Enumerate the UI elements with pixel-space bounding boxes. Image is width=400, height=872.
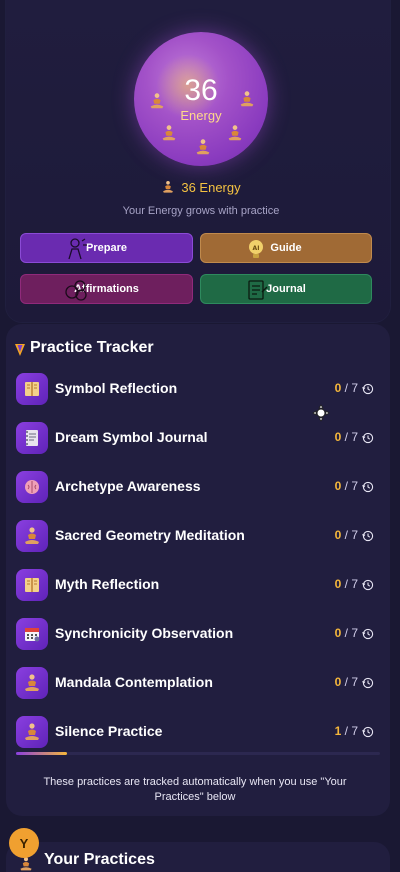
tracker-row[interactable]: Archetype Awareness 0 / 7 bbox=[16, 469, 380, 507]
affirmation-figures-icon bbox=[63, 278, 89, 302]
energy-drop-icon bbox=[14, 343, 26, 357]
your-practices-title: Your Practices bbox=[44, 851, 155, 868]
book-icon bbox=[16, 373, 48, 405]
tracker-row-total: / 7 bbox=[341, 528, 358, 542]
brain-icon bbox=[16, 471, 48, 503]
tracker-row[interactable]: Myth Reflection 0 / 7 bbox=[16, 567, 380, 605]
meditation-icon bbox=[226, 124, 244, 142]
guide-button[interactable]: AI Guide bbox=[200, 233, 372, 263]
tracker-row-count: 0 / 7 bbox=[335, 430, 358, 444]
tracker-row-count: 0 / 7 bbox=[335, 479, 358, 493]
history-icon[interactable] bbox=[362, 725, 374, 738]
tracker-row-total: / 7 bbox=[341, 430, 358, 444]
history-icon[interactable] bbox=[362, 676, 374, 689]
prepare-button[interactable]: Prepare bbox=[20, 233, 193, 263]
tracker-progress-bar bbox=[16, 752, 380, 755]
history-icon[interactable] bbox=[362, 578, 374, 591]
tracker-row-total: / 7 bbox=[341, 675, 358, 689]
affirmations-button[interactable]: Affirmations bbox=[20, 274, 193, 304]
tracker-row-total: / 7 bbox=[341, 724, 358, 738]
energy-orb-label: Energy bbox=[180, 108, 222, 123]
energy-summary: 36 Energy bbox=[6, 180, 396, 195]
tracker-row[interactable]: Mandala Contemplation 0 / 7 bbox=[16, 665, 380, 703]
tracker-row-total: / 7 bbox=[341, 479, 358, 493]
tracker-row-count: 0 / 7 bbox=[335, 381, 358, 395]
tracker-row-label: Myth Reflection bbox=[55, 576, 160, 592]
move-cursor-icon bbox=[312, 404, 330, 422]
history-icon[interactable] bbox=[362, 431, 374, 444]
tracker-row-count: 1 / 7 bbox=[335, 724, 358, 738]
energy-orb[interactable]: 36 Energy bbox=[134, 32, 268, 166]
tracker-row-count: 0 / 7 bbox=[335, 528, 358, 542]
history-icon[interactable] bbox=[362, 480, 374, 493]
meditation-sketch-icon bbox=[63, 237, 89, 261]
journal-button[interactable]: Journal bbox=[200, 274, 372, 304]
tracker-row[interactable]: Synchronicity Observation 0 / 7 bbox=[16, 616, 380, 654]
meditation-icon bbox=[161, 180, 175, 194]
tracker-row-label: Mandala Contemplation bbox=[55, 674, 213, 690]
guide-label: Guide bbox=[270, 242, 302, 254]
tracker-row-label: Symbol Reflection bbox=[55, 380, 178, 396]
meditation-icon bbox=[16, 667, 48, 699]
tracker-note: These practices are tracked automaticall… bbox=[43, 776, 347, 803]
energy-summary-text: 36 Energy bbox=[181, 180, 241, 195]
tracker-row[interactable]: Sacred Geometry Meditation 0 / 7 bbox=[16, 518, 380, 556]
meditation-icon bbox=[16, 520, 48, 552]
meditation-icon bbox=[16, 716, 48, 748]
tracker-row-count: 0 / 7 bbox=[335, 675, 358, 689]
tracker-row-label: Sacred Geometry Meditation bbox=[55, 527, 245, 543]
meditation-icon bbox=[160, 124, 178, 142]
energy-subtitle: Your Energy grows with practice bbox=[122, 205, 280, 217]
tracker-row-total: / 7 bbox=[341, 626, 358, 640]
history-icon[interactable] bbox=[362, 382, 374, 395]
energy-value: 36 bbox=[184, 74, 218, 107]
journal-icon bbox=[243, 278, 269, 302]
tracker-row-label: Synchronicity Observation bbox=[55, 625, 234, 641]
tracker-row[interactable]: Silence Practice 1 / 7 bbox=[16, 714, 380, 755]
notebook-icon bbox=[16, 422, 48, 454]
app-screen: 36 Energy 36 Energy Your Energy grows wi… bbox=[0, 0, 400, 872]
tracker-row-total: / 7 bbox=[341, 577, 358, 591]
history-icon[interactable] bbox=[362, 627, 374, 640]
journal-label: Journal bbox=[266, 283, 306, 295]
meditation-icon bbox=[18, 856, 34, 872]
tracker-title: Practice Tracker bbox=[30, 339, 154, 356]
prepare-label: Prepare bbox=[86, 242, 127, 254]
avatar[interactable]: Y bbox=[9, 828, 39, 858]
book-icon bbox=[16, 569, 48, 601]
meditation-icon bbox=[194, 138, 212, 156]
calendar-icon bbox=[16, 618, 48, 650]
tracker-row-total: / 7 bbox=[341, 381, 358, 395]
history-icon[interactable] bbox=[362, 529, 374, 542]
svg-text:AI: AI bbox=[253, 245, 260, 252]
lightbulb-icon: AI bbox=[243, 237, 269, 261]
tracker-progress-fill bbox=[16, 752, 67, 755]
tracker-row-label: Dream Symbol Journal bbox=[55, 429, 208, 445]
tracker-row-count: 0 / 7 bbox=[335, 577, 358, 591]
tracker-row-label: Silence Practice bbox=[55, 723, 163, 739]
tracker-row[interactable]: Dream Symbol Journal 0 / 7 bbox=[16, 420, 380, 458]
tracker-row-label: Archetype Awareness bbox=[55, 478, 201, 494]
tracker-row-count: 0 / 7 bbox=[335, 626, 358, 640]
